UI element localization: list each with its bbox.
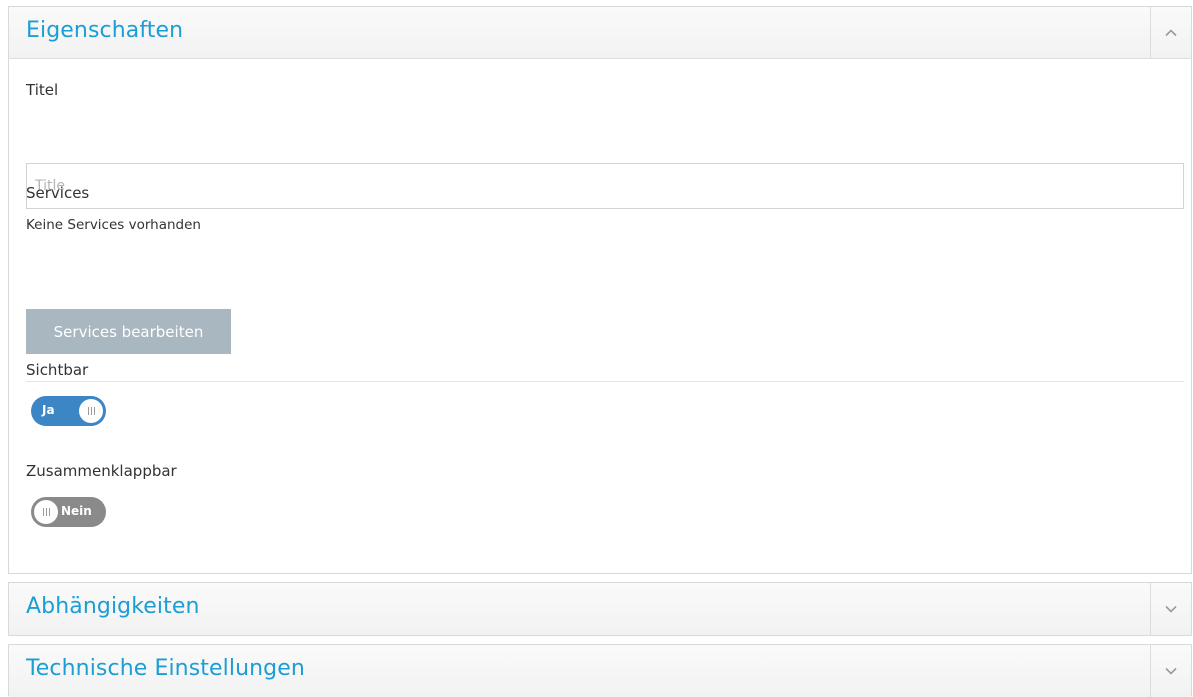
dependencies-panel-header[interactable]: Abhängigkeiten — [9, 583, 1191, 635]
chevron-down-icon[interactable] — [1150, 645, 1191, 697]
technical-settings-panel-title: Technische Einstellungen — [26, 656, 305, 681]
chevron-down-icon[interactable] — [1150, 583, 1191, 635]
services-empty-text: Keine Services vorhanden — [26, 217, 201, 233]
title-field-label: Titel — [26, 81, 59, 99]
dependencies-panel-title: Abhängigkeiten — [26, 594, 200, 619]
visible-toggle-state: Ja — [42, 403, 55, 417]
technical-settings-panel: Technische Einstellungen — [8, 644, 1192, 697]
toggle-knob — [34, 500, 58, 524]
properties-panel-header[interactable]: Eigenschaften — [9, 7, 1191, 59]
dependencies-panel: Abhängigkeiten — [8, 582, 1192, 636]
visible-toggle[interactable]: Ja — [31, 396, 106, 426]
collapsible-toggle[interactable]: Nein — [31, 497, 106, 527]
services-label: Services — [26, 184, 90, 202]
collapsible-toggle-state: Nein — [61, 504, 92, 518]
edit-services-button[interactable]: Services bearbeiten — [26, 309, 231, 354]
collapsible-label: Zusammenklappbar — [26, 462, 177, 480]
properties-panel: Eigenschaften Titel Services Keine Servi… — [8, 6, 1192, 574]
toggle-knob — [79, 399, 103, 423]
visible-label: Sichtbar — [26, 361, 89, 379]
divider — [26, 381, 1184, 382]
title-input[interactable] — [26, 163, 1184, 209]
technical-settings-panel-header[interactable]: Technische Einstellungen — [9, 645, 1191, 697]
chevron-up-icon[interactable] — [1150, 7, 1191, 58]
properties-panel-title: Eigenschaften — [26, 18, 184, 43]
